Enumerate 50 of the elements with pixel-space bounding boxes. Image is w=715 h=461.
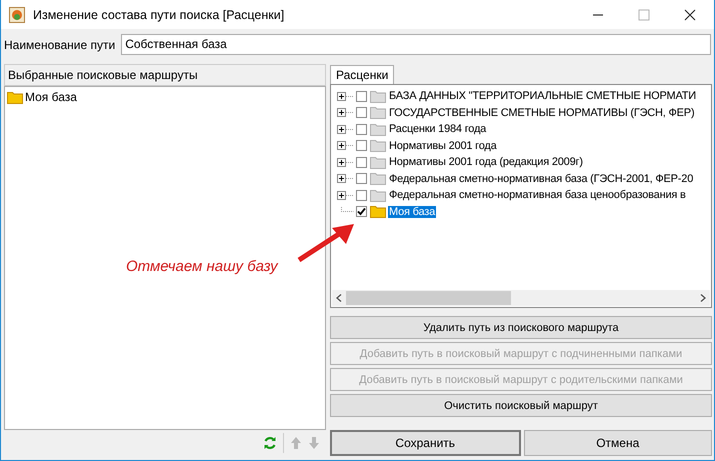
window-title: Изменение состава пути поиска [Расценки] (33, 8, 286, 22)
checkbox[interactable] (356, 107, 367, 118)
annotation-text: Отмечаем нашу базу (126, 258, 278, 275)
app-logo-icon (9, 6, 25, 22)
annotation-arrow (296, 222, 356, 264)
horizontal-scrollbar[interactable] (332, 290, 710, 306)
checkbox[interactable] (356, 124, 367, 135)
expand-icon[interactable] (337, 158, 354, 167)
refresh-icon[interactable] (263, 436, 277, 450)
checkbox[interactable] (356, 156, 367, 168)
action-button[interactable]: Удалить путь из поискового маршрута (330, 316, 712, 339)
folder-icon (370, 122, 386, 136)
tree-item[interactable]: Расценки 1984 года (388, 123, 488, 136)
tree-item[interactable]: ГОСУДАРСТВЕННЫЕ СМЕТНЫЕ НОРМАТИВЫ (ГЭСН, ФЕР) (388, 106, 696, 119)
checkbox[interactable] (356, 190, 367, 201)
expand-icon[interactable] (337, 92, 354, 101)
scroll-right-icon[interactable] (700, 294, 706, 302)
checkbox[interactable] (356, 140, 367, 152)
folder-icon (7, 90, 23, 104)
path-name-field[interactable]: Собственная база (121, 34, 711, 55)
route-item[interactable]: Моя база (7, 90, 323, 104)
tab[interactable]: Расценки (330, 65, 394, 84)
folder-icon (370, 90, 386, 103)
tree-item[interactable]: Федеральная сметно-нормативная база (ГЭСН-2001, ФЕР-20 (388, 172, 694, 185)
tree-item[interactable]: Моя база (388, 206, 436, 218)
cancel-button[interactable]: Отмена (524, 430, 712, 456)
expand-icon[interactable] (337, 174, 354, 184)
scroll-left-icon[interactable] (336, 294, 342, 302)
close-icon[interactable] (684, 8, 696, 20)
action-button[interactable]: Очистить поисковый маршрут (330, 394, 712, 417)
folder-icon (370, 188, 386, 202)
folder-icon (370, 172, 386, 186)
tree-item[interactable]: Федеральная сметно-нормативная база ценообразования в (388, 189, 687, 202)
folder-icon (370, 156, 386, 169)
checkbox[interactable] (356, 173, 367, 184)
panel-header: Выбранные поисковые маршруты (4, 64, 326, 86)
expand-icon[interactable] (337, 108, 354, 118)
tree-item[interactable]: БАЗА ДАННЫХ "ТЕРРИТОРИАЛЬНЫЕ СМЕТНЫЕ НОРМАТИ (388, 90, 697, 102)
expand-icon[interactable] (337, 124, 354, 134)
folder-icon (370, 205, 386, 218)
path-name-label: Наименование пути (4, 38, 116, 52)
expand-icon[interactable] (337, 141, 354, 150)
folder-icon (370, 106, 386, 120)
tree-item[interactable]: Нормативы 2001 года (388, 140, 498, 152)
tree-item[interactable]: Нормативы 2001 года (редакция 2009г) (388, 156, 584, 168)
checkbox[interactable] (356, 206, 367, 218)
folder-icon (370, 139, 386, 152)
expand-icon[interactable] (337, 190, 354, 200)
checkbox[interactable] (356, 90, 367, 102)
save-button[interactable]: Сохранить (330, 430, 520, 456)
